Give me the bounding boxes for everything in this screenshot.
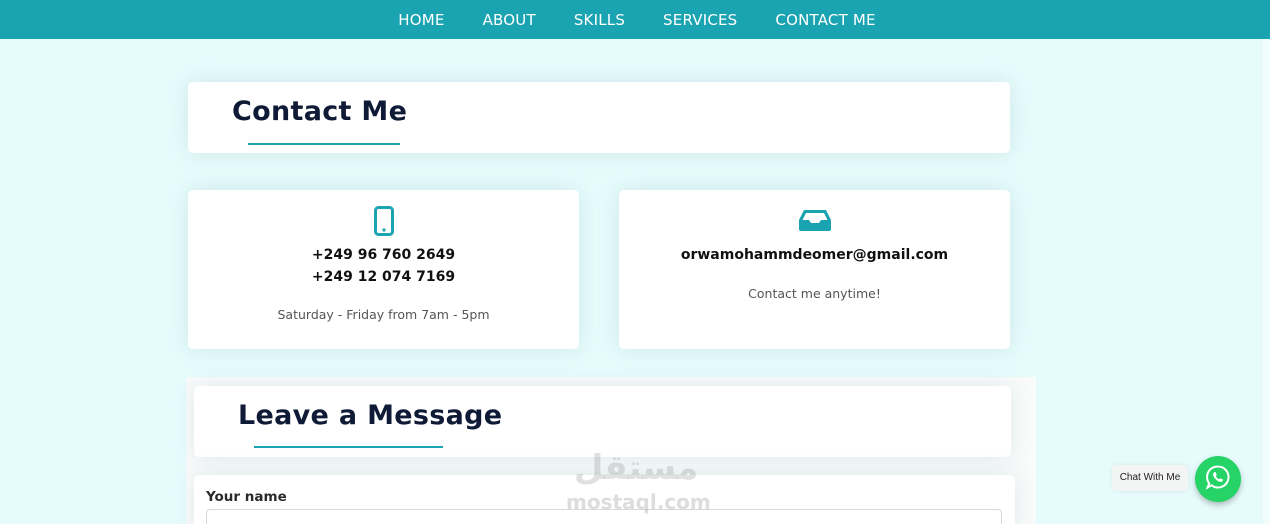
top-navbar: HOME ABOUT SKILLS SERVICES CONTACT ME	[0, 0, 1270, 39]
contact-title: Contact Me	[232, 96, 408, 127]
email-card: orwamohammdeomer@gmail.com Contact me an…	[619, 190, 1010, 349]
inbox-icon	[798, 208, 832, 236]
nav-home[interactable]: HOME	[396, 11, 444, 29]
main-nav: HOME ABOUT SKILLS SERVICES CONTACT ME	[0, 0, 1270, 39]
name-input[interactable]	[206, 509, 1002, 524]
nav-skills[interactable]: SKILLS	[572, 11, 625, 29]
phone-hours: Saturday - Friday from 7am - 5pm	[277, 307, 490, 322]
chat-with-me-label[interactable]: Chat With Me	[1112, 465, 1188, 491]
phone-card: +249 96 760 2649 +249 12 074 7169 Saturd…	[188, 190, 579, 349]
email-address[interactable]: orwamohammdeomer@gmail.com	[619, 247, 1010, 263]
message-title: Leave a Message	[238, 400, 503, 431]
page-edge	[1263, 39, 1270, 524]
phone-number-secondary[interactable]: +249 12 074 7169	[188, 269, 579, 285]
nav-contact-me[interactable]: CONTACT ME	[773, 11, 875, 29]
phone-number-primary[interactable]: +249 96 760 2649	[188, 247, 579, 263]
contact-title-card: Contact Me	[188, 82, 1010, 153]
message-title-card: Leave a Message	[194, 386, 1011, 457]
whatsapp-chat-button[interactable]	[1195, 456, 1241, 502]
title-underline	[248, 143, 400, 145]
nav-about[interactable]: ABOUT	[481, 11, 536, 29]
email-note: Contact me anytime!	[748, 286, 881, 301]
message-form: Your name	[194, 475, 1015, 524]
name-field-label: Your name	[206, 489, 287, 505]
nav-services[interactable]: SERVICES	[661, 11, 737, 29]
mobile-phone-icon	[373, 206, 394, 240]
message-title-underline	[254, 446, 443, 448]
whatsapp-icon	[1205, 464, 1231, 494]
